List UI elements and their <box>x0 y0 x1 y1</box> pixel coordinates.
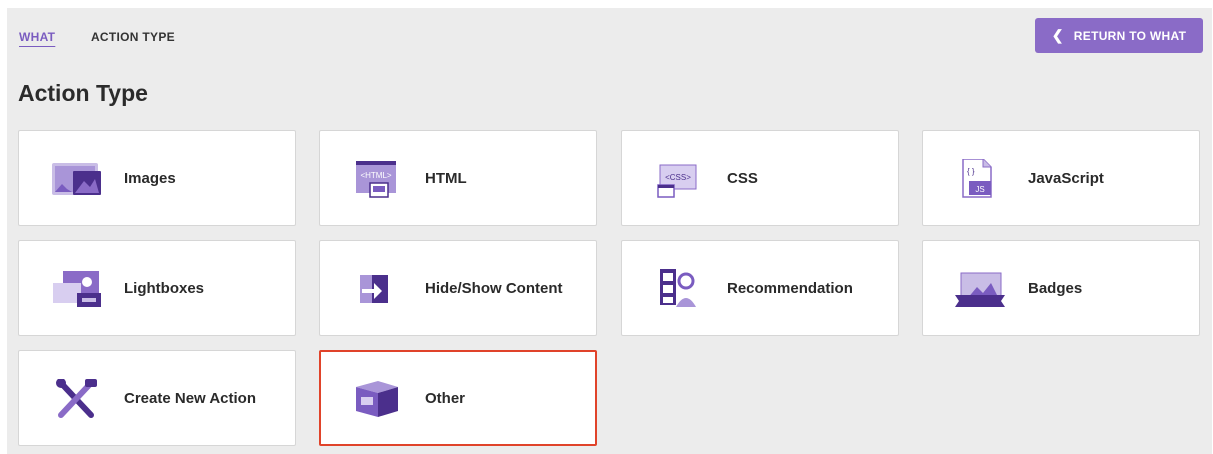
card-label: Hide/Show Content <box>425 279 563 297</box>
card-label: Images <box>124 169 176 187</box>
card-label: JavaScript <box>1028 169 1104 187</box>
return-to-what-button[interactable]: ❮ RETURN TO WHAT <box>1035 18 1203 53</box>
card-css[interactable]: <CSS> CSS <box>621 130 899 226</box>
card-create-new-action[interactable]: Create New Action <box>18 350 296 446</box>
card-label: HTML <box>425 169 467 187</box>
images-icon <box>52 163 101 195</box>
card-recommendation[interactable]: Recommendation <box>621 240 899 336</box>
card-other[interactable]: Other <box>319 350 597 446</box>
card-html[interactable]: <HTML> HTML <box>319 130 597 226</box>
card-hide-show-content[interactable]: Hide/Show Content <box>319 240 597 336</box>
card-label: Create New Action <box>124 389 256 407</box>
card-label: Lightboxes <box>124 279 205 297</box>
svg-text:JS: JS <box>975 185 984 194</box>
javascript-icon: { } JS <box>962 159 992 198</box>
breadcrumb: WHAT ACTION TYPE <box>19 30 175 44</box>
breadcrumb-current: ACTION TYPE <box>90 30 175 44</box>
badges-icon <box>955 272 1005 307</box>
html-icon: <HTML> <box>356 161 396 198</box>
page-title: Action Type <box>18 80 148 106</box>
box-icon <box>356 381 398 417</box>
svg-text:<HTML>: <HTML> <box>360 171 391 180</box>
card-label: Recommendation <box>727 279 853 297</box>
card-javascript[interactable]: { } JS JavaScript <box>922 130 1200 226</box>
card-images[interactable]: Images <box>18 130 296 226</box>
recommendation-icon <box>660 269 696 307</box>
breadcrumb-what-link[interactable]: WHAT <box>19 30 55 44</box>
svg-text:{ }: { } <box>967 167 975 176</box>
card-badges[interactable]: Badges <box>922 240 1200 336</box>
return-button-label: RETURN TO WHAT <box>1073 28 1187 43</box>
main-panel: WHAT ACTION TYPE ❮ RETURN TO WHAT Action… <box>7 8 1212 454</box>
card-label: Other <box>425 389 466 407</box>
card-lightboxes[interactable]: Lightboxes <box>18 240 296 336</box>
tools-icon <box>56 379 97 418</box>
svg-text:<CSS>: <CSS> <box>665 173 691 182</box>
hide-show-icon <box>360 275 388 303</box>
css-icon: <CSS> <box>657 164 697 198</box>
chevron-left-icon: ❮ <box>1051 27 1064 43</box>
card-label: Badges <box>1028 279 1083 297</box>
card-label: CSS <box>727 169 758 187</box>
lightboxes-icon <box>53 271 101 307</box>
